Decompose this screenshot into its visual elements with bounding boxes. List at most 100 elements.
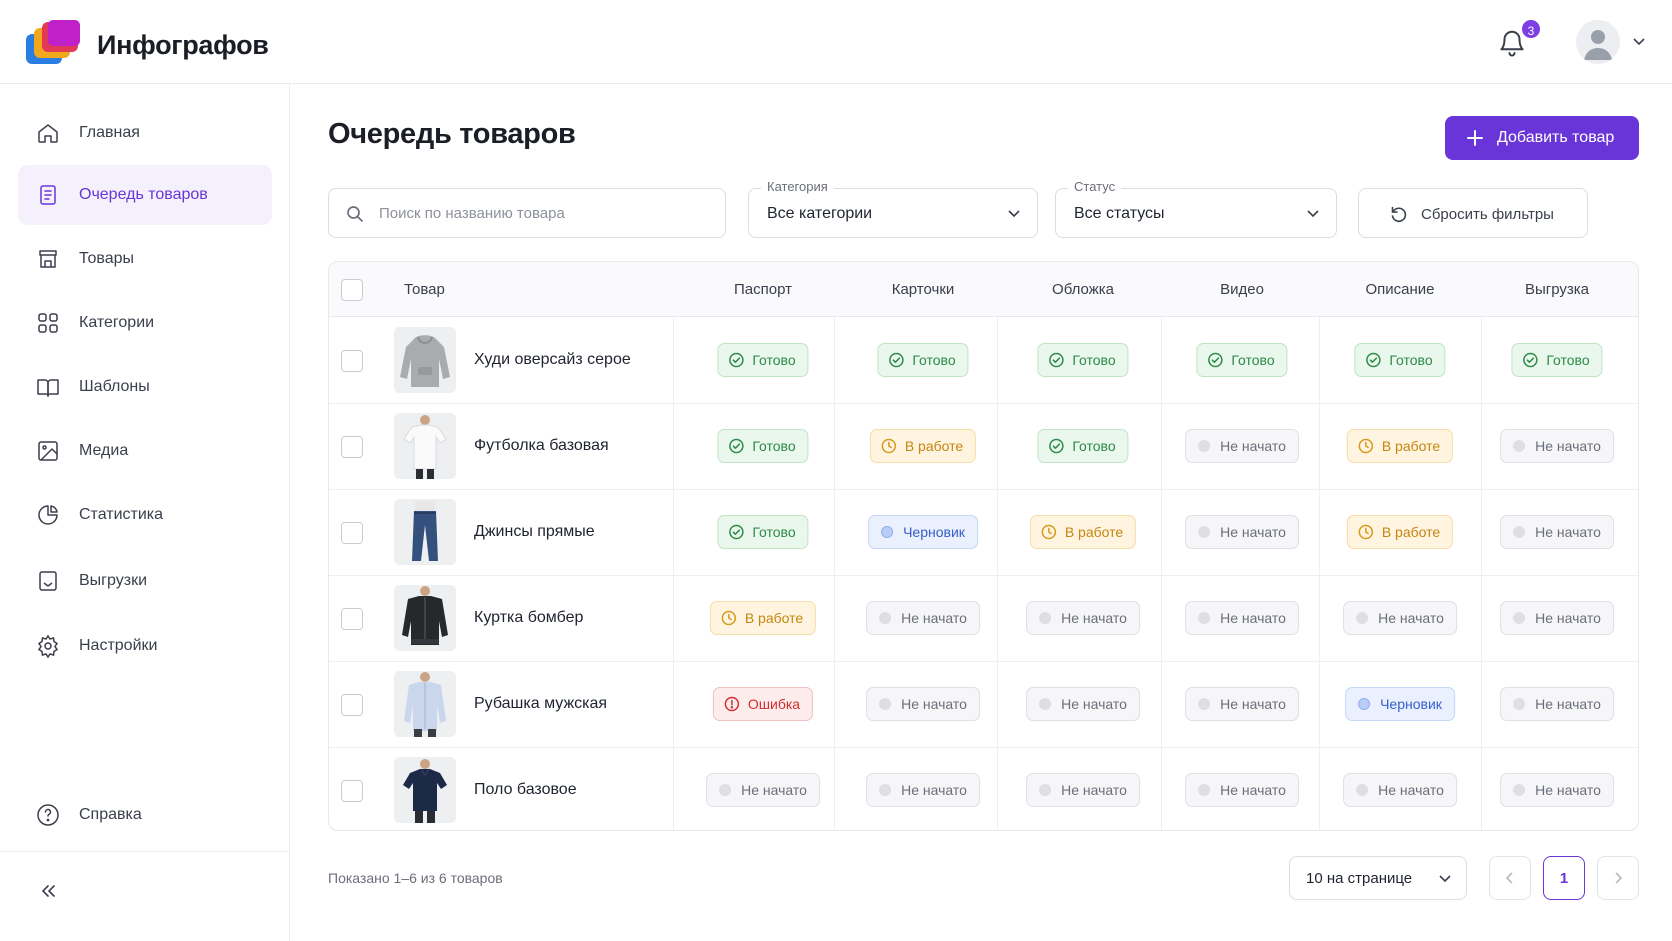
select-all-checkbox[interactable] <box>341 279 363 301</box>
status-badge-label: Не начато <box>901 610 967 626</box>
status-badge[interactable]: Не начато <box>1185 515 1299 549</box>
empty-status-dot-icon <box>719 784 732 796</box>
status-badge[interactable]: Не начато <box>1185 687 1299 721</box>
status-badge[interactable]: Готово <box>877 343 969 377</box>
product-name[interactable]: Поло базовое <box>474 781 577 799</box>
empty-status-dot-icon <box>1513 440 1526 452</box>
status-badge[interactable]: Не начато <box>1500 773 1614 807</box>
page-1-button[interactable]: 1 <box>1543 856 1585 900</box>
status-badge[interactable]: Готово <box>1037 429 1129 463</box>
status-badge-label: Не начато <box>1535 696 1601 712</box>
category-select[interactable]: Категория Все категории <box>748 179 1038 238</box>
status-badge[interactable]: Не начато <box>1185 429 1299 463</box>
row-checkbox[interactable] <box>341 608 363 630</box>
notification-badge: 3 <box>1520 18 1542 40</box>
collapse-sidebar-icon[interactable] <box>36 879 60 903</box>
add-product-button[interactable]: Добавить товар <box>1445 116 1639 160</box>
sidebar-item-templates[interactable]: Шаблоны <box>18 357 272 417</box>
page-title: Очередь товаров <box>328 118 576 150</box>
sidebar-divider <box>0 851 290 852</box>
row-checkbox[interactable] <box>341 780 363 802</box>
empty-status-dot-icon <box>1513 698 1526 710</box>
sidebar-item-exports[interactable]: Выгрузки <box>18 551 272 611</box>
sidebar-item-label: Категории <box>79 314 155 331</box>
sidebar-item-home[interactable]: Главная <box>18 103 272 163</box>
status-badge[interactable]: Ошибка <box>712 687 814 721</box>
product-thumbnail <box>394 413 456 479</box>
chevron-down-icon[interactable] <box>1632 36 1646 48</box>
row-checkbox[interactable] <box>341 694 363 716</box>
product-name[interactable]: Футболка базовая <box>474 437 609 455</box>
chevron-down-icon <box>1439 875 1451 883</box>
status-badge[interactable]: Не начато <box>1026 687 1140 721</box>
status-badge[interactable]: Готово <box>717 429 809 463</box>
sidebar-item-products[interactable]: Товары <box>18 229 272 289</box>
status-badge[interactable]: Готово <box>1511 343 1603 377</box>
status-badge[interactable]: Готово <box>717 343 809 377</box>
empty-status-dot-icon <box>1198 440 1211 452</box>
status-badge[interactable]: Готово <box>717 515 809 549</box>
product-name[interactable]: Джинсы прямые <box>474 523 595 541</box>
user-avatar-icon <box>1584 30 1612 60</box>
status-badge[interactable]: Не начато <box>1185 601 1299 635</box>
status-badge[interactable]: Не начато <box>1500 515 1614 549</box>
search-field[interactable] <box>328 188 726 238</box>
pagination-summary: Показано 1–6 из 6 товаров <box>328 870 503 886</box>
status-badge[interactable]: В работе <box>1029 515 1137 549</box>
status-badge[interactable]: Не начато <box>866 601 980 635</box>
per-page-value: 10 на странице <box>1306 870 1413 887</box>
sidebar-item-settings[interactable]: Настройки <box>18 616 272 676</box>
check-circle-icon <box>729 524 744 540</box>
prev-page-button[interactable] <box>1489 856 1531 900</box>
category-select-value: Все категории <box>767 205 873 222</box>
per-page-select[interactable]: 10 на странице <box>1289 856 1467 900</box>
product-name[interactable]: Рубашка мужская <box>474 695 607 713</box>
status-badge[interactable]: Не начато <box>866 687 980 721</box>
next-page-button[interactable] <box>1597 856 1639 900</box>
row-checkbox[interactable] <box>341 436 363 458</box>
status-badge[interactable]: Готово <box>1196 343 1288 377</box>
row-checkbox[interactable] <box>341 350 363 372</box>
status-badge-label: Не начато <box>1535 782 1601 798</box>
status-badge[interactable]: Готово <box>1037 343 1129 377</box>
status-badge[interactable]: Не начато <box>1500 601 1614 635</box>
status-badge[interactable]: Не начато <box>1185 773 1299 807</box>
sidebar-item-media[interactable]: Медиа <box>18 421 272 481</box>
sidebar-item-queue[interactable]: Очередь товаров <box>18 165 272 225</box>
status-badge[interactable]: Не начато <box>1343 773 1457 807</box>
status-badge[interactable]: В работе <box>1346 429 1454 463</box>
status-badge[interactable]: Черновик <box>1345 687 1455 721</box>
products-table: Товар Паспорт Карточки Обложка Видео Опи… <box>328 261 1639 831</box>
status-badge[interactable]: В работе <box>709 601 817 635</box>
store-icon <box>39 250 57 268</box>
status-badge[interactable]: Не начато <box>1026 773 1140 807</box>
status-badge[interactable]: Не начато <box>1500 687 1614 721</box>
status-badge[interactable]: Не начато <box>1026 601 1140 635</box>
status-badge-label: Не начато <box>1535 610 1601 626</box>
empty-status-dot-icon <box>1356 612 1369 624</box>
status-badge[interactable]: Не начато <box>1500 429 1614 463</box>
top-bar: Инфографов 3 <box>0 0 1672 84</box>
sidebar-item-label: Выгрузки <box>79 572 147 589</box>
search-input[interactable] <box>379 201 709 225</box>
row-checkbox[interactable] <box>341 522 363 544</box>
status-badge[interactable]: Готово <box>1354 343 1446 377</box>
product-name[interactable]: Куртка бомбер <box>474 609 583 627</box>
status-select-value: Все статусы <box>1074 205 1165 222</box>
sidebar-item-help[interactable]: Справка <box>18 785 272 845</box>
sidebar-item-statistics[interactable]: Статистика <box>18 485 272 545</box>
status-badge[interactable]: В работе <box>869 429 977 463</box>
clock-icon <box>1358 438 1374 454</box>
user-avatar[interactable] <box>1576 20 1620 64</box>
product-name[interactable]: Худи оверсайз серое <box>474 351 631 369</box>
status-badge[interactable]: Не начато <box>1343 601 1457 635</box>
status-badge[interactable]: Не начато <box>866 773 980 807</box>
export-icon <box>39 571 57 591</box>
sidebar-item-categories[interactable]: Категории <box>18 293 272 353</box>
reset-filters-button[interactable]: Сбросить фильтры <box>1358 188 1588 238</box>
status-badge[interactable]: Не начато <box>706 773 820 807</box>
status-badge[interactable]: Черновик <box>868 515 978 549</box>
status-badge-label: Готово <box>1231 352 1275 368</box>
status-select[interactable]: Статус Все статусы <box>1055 179 1337 238</box>
status-badge[interactable]: В работе <box>1346 515 1454 549</box>
